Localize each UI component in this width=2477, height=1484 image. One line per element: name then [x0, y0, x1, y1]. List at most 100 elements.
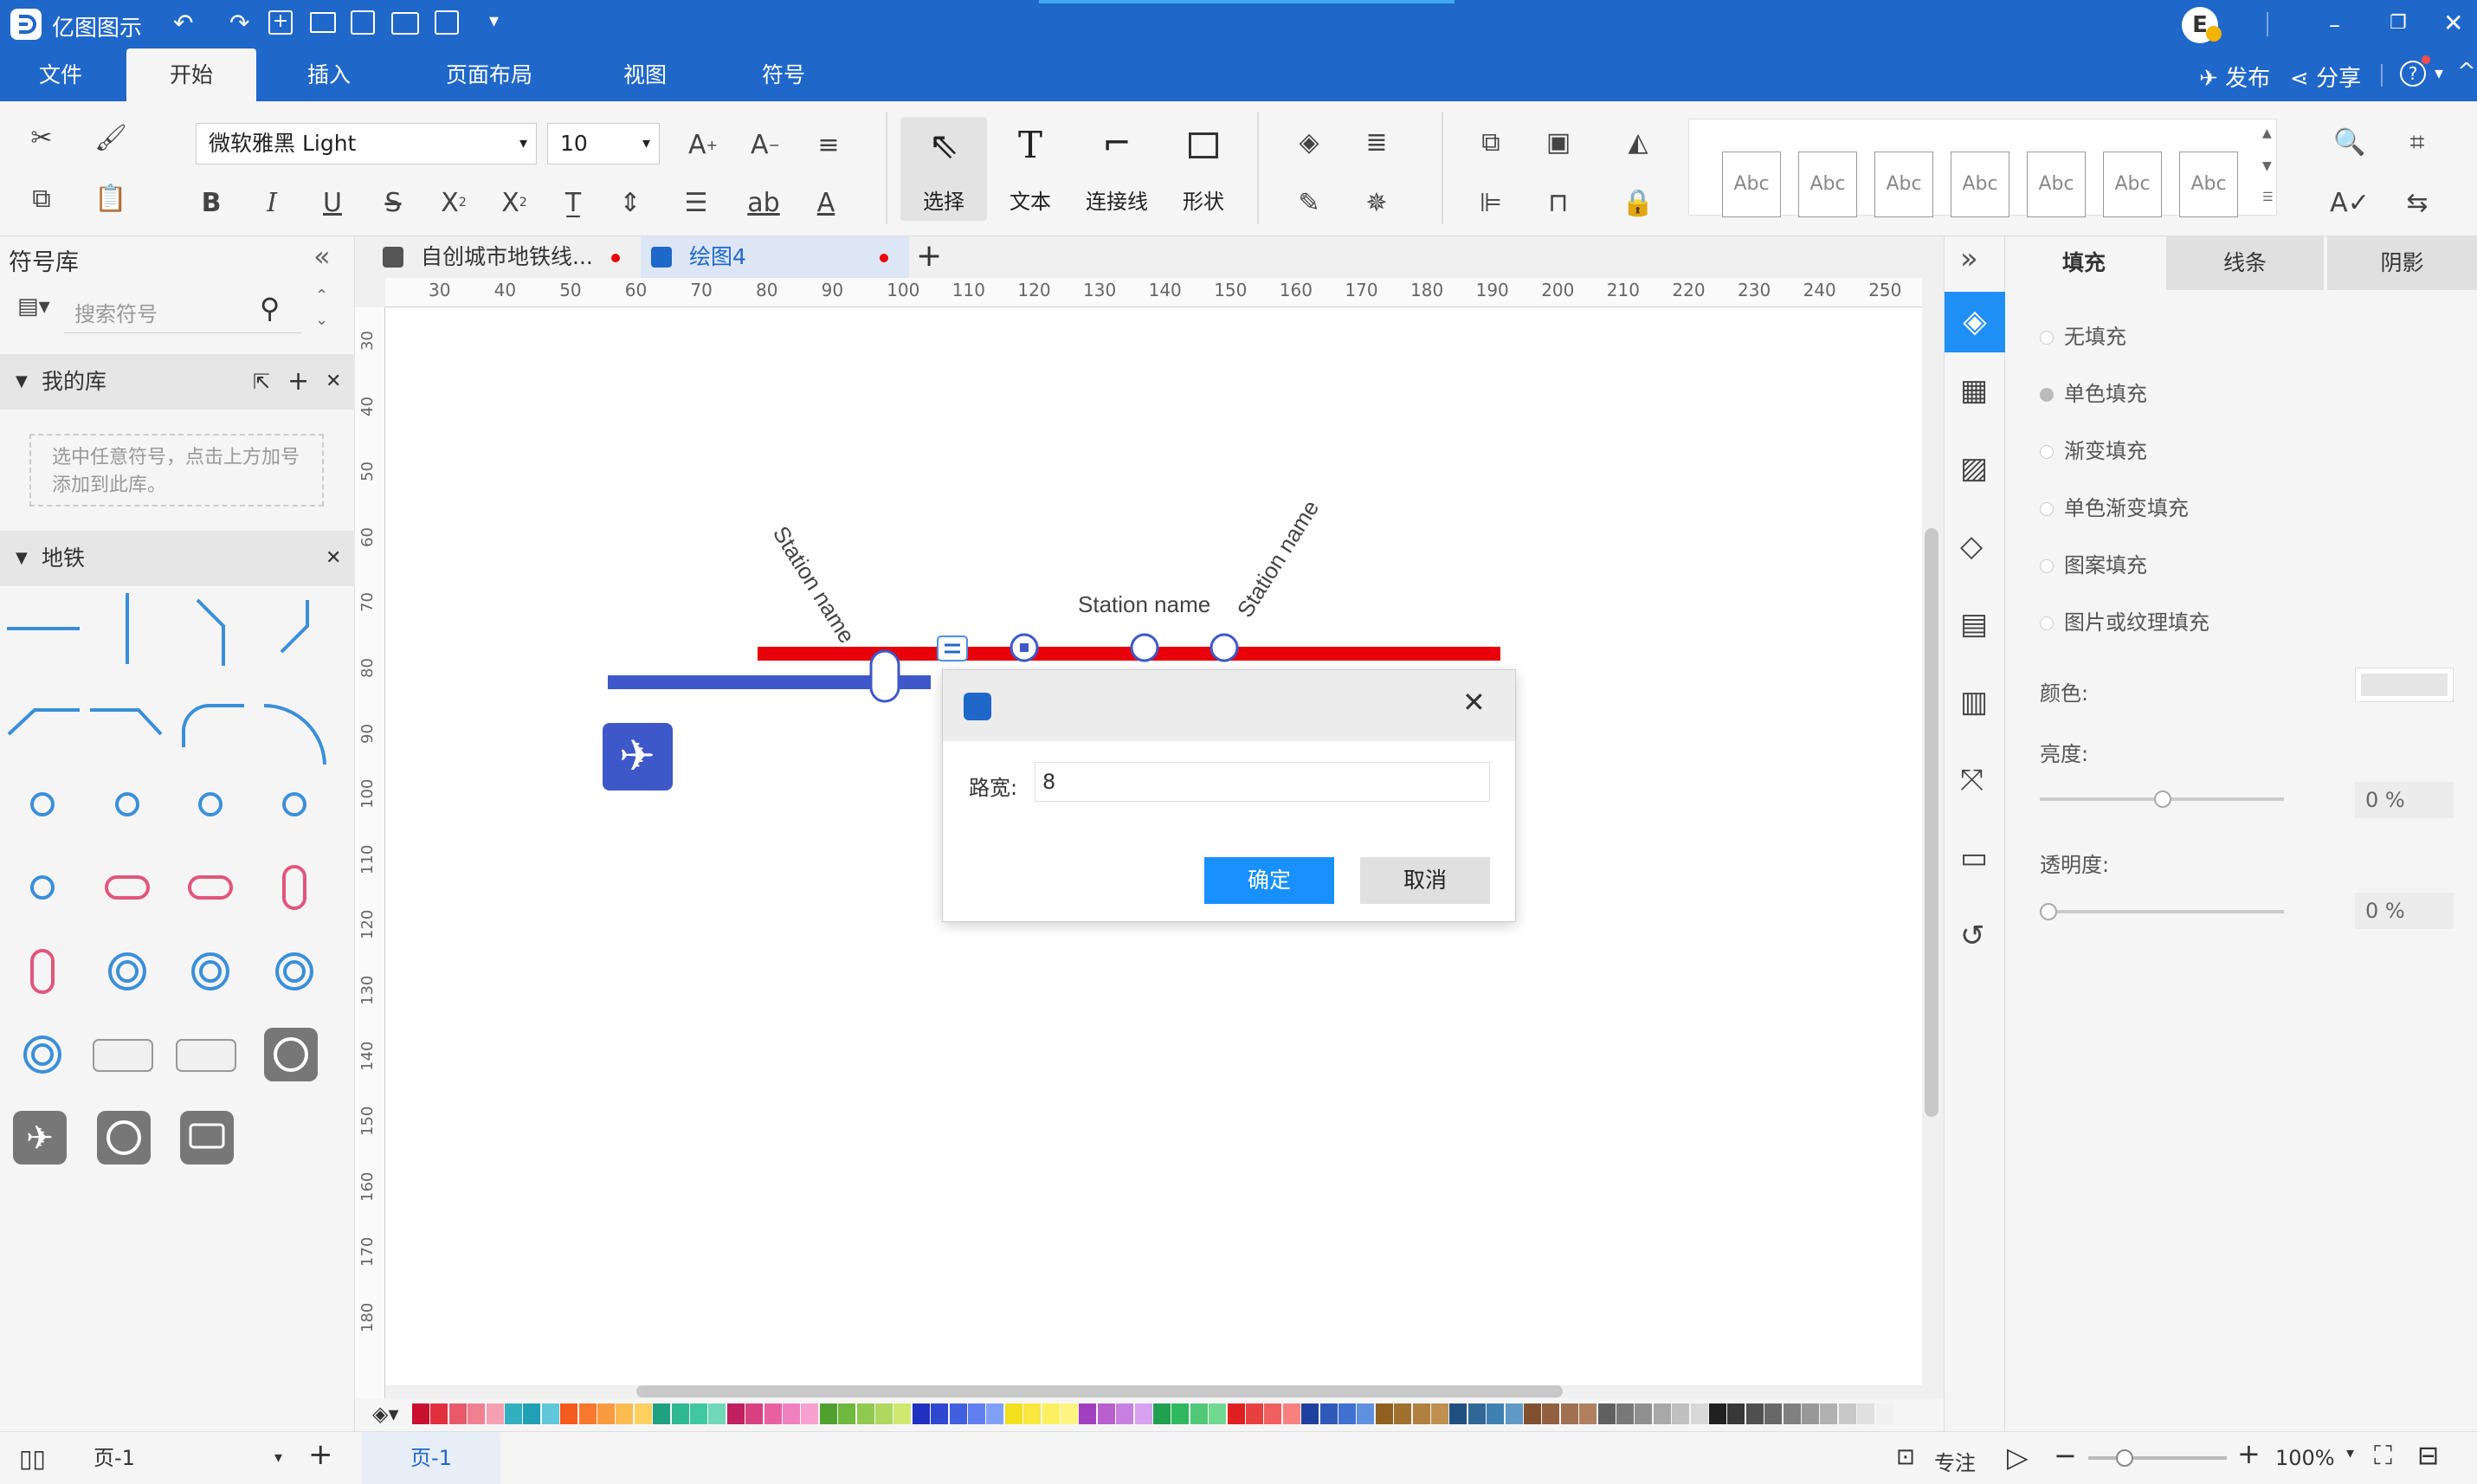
color-swatch[interactable]: [1209, 1403, 1227, 1424]
gallery-up-icon[interactable]: ▲: [2262, 126, 2272, 140]
zoom-in-icon[interactable]: +: [2237, 1437, 2261, 1470]
import-icon[interactable]: ⇱: [253, 354, 270, 410]
style-preset[interactable]: Abc: [2027, 152, 2086, 217]
color-swatch[interactable]: [1727, 1403, 1745, 1424]
new-tab-icon[interactable]: +: [916, 236, 942, 276]
close-icon[interactable]: ✕: [2443, 9, 2463, 37]
color-swatch[interactable]: [1079, 1403, 1097, 1424]
focus-mode-icon[interactable]: ⊡: [1896, 1444, 1915, 1470]
increase-font-icon[interactable]: A +: [684, 126, 722, 164]
color-swatch[interactable]: [986, 1403, 1004, 1424]
color-swatch[interactable]: [726, 1403, 745, 1424]
doc-tab-metro[interactable]: 自创城市地铁线...: [372, 236, 632, 278]
color-swatch[interactable]: [764, 1403, 782, 1424]
library-manager-icon[interactable]: ▤▾: [17, 294, 50, 319]
page-tab[interactable]: 页-1: [362, 1432, 500, 1484]
fit-width-icon[interactable]: ⊟: [2417, 1441, 2439, 1471]
fill-option-none[interactable]: 无填充: [2040, 319, 2126, 350]
color-swatch[interactable]: [578, 1403, 597, 1424]
line-spacing-icon[interactable]: ⇕: [611, 184, 649, 222]
paste-icon[interactable]: 📋: [92, 179, 130, 217]
decrease-font-icon[interactable]: A −: [746, 126, 784, 164]
tab-fill[interactable]: 填充: [2005, 236, 2163, 290]
color-swatch[interactable]: [856, 1403, 874, 1424]
color-swatch[interactable]: [1560, 1403, 1578, 1424]
color-swatch[interactable]: [671, 1403, 689, 1424]
color-swatch[interactable]: [1690, 1403, 1708, 1424]
transparency-slider-thumb[interactable]: [2040, 903, 2057, 920]
color-swatch[interactable]: [1171, 1403, 1190, 1424]
color-swatch[interactable]: [968, 1403, 985, 1424]
add-page-icon[interactable]: +: [308, 1437, 333, 1472]
open-folder-icon[interactable]: [310, 12, 336, 33]
menu-tab-insert[interactable]: 插入: [277, 48, 381, 101]
color-swatch[interactable]: [1375, 1403, 1393, 1424]
color-swatch[interactable]: [1542, 1403, 1560, 1424]
transparency-input[interactable]: 0 %: [2355, 893, 2454, 929]
export-icon[interactable]: [435, 10, 459, 35]
color-picker[interactable]: [2355, 668, 2454, 702]
color-swatch[interactable]: [875, 1403, 893, 1424]
new-icon[interactable]: +: [268, 10, 293, 35]
menu-tab-symbol[interactable]: 符号: [736, 48, 831, 101]
color-swatch[interactable]: [1802, 1403, 1819, 1424]
color-swatch[interactable]: [1282, 1403, 1300, 1424]
color-swatch[interactable]: [1097, 1403, 1115, 1424]
close-section-icon[interactable]: ✕: [326, 531, 341, 586]
zoom-slider-thumb[interactable]: [2116, 1449, 2133, 1467]
style-preset[interactable]: Abc: [1722, 152, 1781, 217]
scroll-down-icon[interactable]: ⌄: [315, 311, 328, 329]
format-painter-icon[interactable]: 🖌: [92, 119, 130, 157]
vertical-scrollbar[interactable]: [1925, 528, 1938, 1117]
color-swatch[interactable]: [486, 1403, 504, 1424]
cut-icon[interactable]: ✂: [23, 119, 61, 157]
shape-tool-button[interactable]: 形状: [1160, 117, 1247, 221]
my-library-header[interactable]: ▼ 我的库 ⇱ + ✕: [0, 354, 355, 410]
transparency-slider[interactable]: [2040, 910, 2284, 913]
station-label[interactable]: Station name: [1078, 591, 1210, 617]
page-panel-icon[interactable]: ▯▯: [19, 1444, 46, 1473]
color-swatch[interactable]: [1579, 1403, 1597, 1424]
ok-button[interactable]: 确定: [1204, 857, 1334, 904]
mindmap-icon[interactable]: ⤧: [1960, 763, 1984, 797]
color-swatch[interactable]: [1745, 1403, 1764, 1424]
restore-icon[interactable]: ❐: [2390, 12, 2407, 34]
page-icon[interactable]: ▤: [1960, 607, 1988, 642]
text-tool-button[interactable]: T 文本: [987, 117, 1074, 221]
fill-bucket-icon[interactable]: ◈: [1290, 123, 1328, 161]
history-icon[interactable]: ↺: [1960, 919, 1985, 953]
color-swatch[interactable]: [1487, 1403, 1505, 1424]
font-family-select[interactable]: 微软雅黑 Light ▾: [196, 123, 537, 165]
data-icon[interactable]: ▥: [1960, 685, 1988, 719]
doc-tab-drawing4[interactable]: 绘图4: [641, 236, 909, 278]
color-swatch[interactable]: [1338, 1403, 1356, 1424]
style-preset[interactable]: Abc: [1874, 152, 1933, 217]
presentation-icon[interactable]: ▭: [1960, 841, 1988, 875]
color-swatch[interactable]: [1264, 1403, 1282, 1424]
color-swatch[interactable]: [653, 1403, 671, 1424]
superscript-icon[interactable]: X2: [435, 184, 473, 222]
color-swatch[interactable]: [912, 1403, 930, 1424]
color-swatch[interactable]: [708, 1403, 726, 1424]
bold-icon[interactable]: B: [192, 184, 230, 222]
focus-mode-label[interactable]: 专注: [1934, 1446, 1976, 1476]
menu-tab-view[interactable]: 视图: [597, 48, 693, 101]
line-style-icon[interactable]: ≣: [1358, 123, 1396, 161]
lock-icon[interactable]: 🔒: [1619, 184, 1657, 222]
color-swatch[interactable]: [1116, 1403, 1134, 1424]
effects-icon[interactable]: ✵: [1358, 184, 1396, 222]
align-left-icon[interactable]: ⊫: [1472, 184, 1510, 222]
color-swatch[interactable]: [1616, 1403, 1634, 1424]
line-width-input[interactable]: 8: [1035, 762, 1490, 802]
strikethrough-icon[interactable]: S: [374, 184, 412, 222]
station-label[interactable]: Station name: [768, 521, 861, 648]
select-tool-button[interactable]: ⇖ 选择: [900, 117, 987, 221]
save-icon[interactable]: [351, 10, 375, 35]
cancel-button[interactable]: 取消: [1360, 857, 1490, 904]
redo-icon[interactable]: ↷: [229, 9, 249, 37]
color-swatch[interactable]: [783, 1403, 800, 1424]
color-swatch[interactable]: [1524, 1403, 1541, 1424]
color-swatch[interactable]: [1820, 1403, 1838, 1424]
line-color-icon[interactable]: ✎: [1290, 184, 1328, 222]
tab-shadow[interactable]: 阴影: [2327, 236, 2477, 290]
